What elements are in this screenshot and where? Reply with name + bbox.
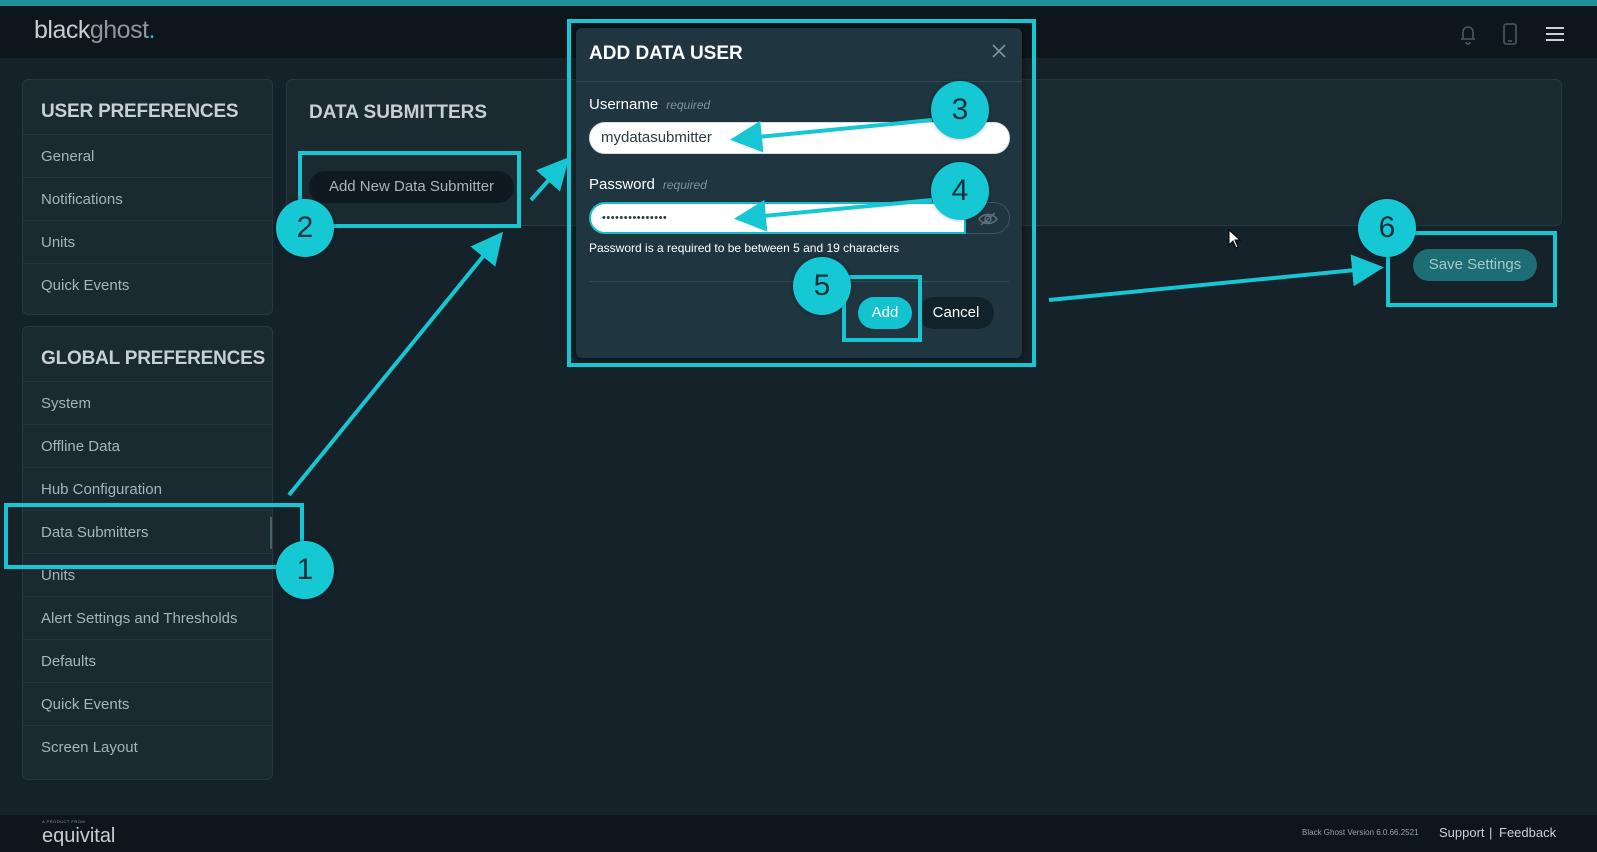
feedback-link[interactable]: Feedback [1499,825,1556,840]
step-marker-3: 3 [931,81,989,139]
logo-black-text: black [34,16,90,44]
bell-icon[interactable] [1457,22,1479,46]
footer-separator: | [1489,825,1493,840]
sidebar-item-general[interactable]: General [23,134,272,177]
sidebar-item-alert-settings[interactable]: Alert Settings and Thresholds [23,596,272,639]
arrow-1-to-2 [287,231,504,497]
blackghost-logo[interactable]: blackghost. [34,16,156,45]
global-preferences-title: GLOBAL PREFERENCES [41,348,266,369]
sidebar-item-global-quick-events[interactable]: Quick Events [23,682,272,725]
sidebar-item-quick-events[interactable]: Quick Events [23,263,272,306]
step-marker-5: 5 [793,257,851,315]
global-preferences-list: System Offline Data Hub Configuration Da… [23,381,272,768]
mouse-cursor-icon [1228,229,1242,249]
sidebar-item-units[interactable]: Units [23,220,272,263]
phone-icon[interactable] [1499,22,1521,46]
user-preferences-title: USER PREFERENCES [41,101,239,122]
sidebar-item-notifications[interactable]: Notifications [23,177,272,220]
support-link[interactable]: Support [1439,825,1485,840]
sidebar-item-defaults[interactable]: Defaults [23,639,272,682]
user-preferences-panel: USER PREFERENCES General Notifications U… [22,79,273,315]
page-title: DATA SUBMITTERS [309,102,488,123]
equivital-logo: equivital [42,825,116,847]
step-marker-2: 2 [276,199,334,257]
sidebar-item-system[interactable]: System [23,381,272,424]
step-marker-4: 4 [931,162,989,220]
footer-tagline: A PRODUCT FROM [42,819,86,824]
logo-dot: . [148,16,156,44]
user-preferences-list: General Notifications Units Quick Events [23,134,272,306]
app-footer: A PRODUCT FROM equivital Black Ghost Ver… [0,815,1597,852]
version-text: Black Ghost Version 6.0.66.2521 [1302,828,1419,837]
arrow-modal-to-6 [1048,254,1384,302]
menu-icon[interactable] [1544,22,1566,46]
sidebar-item-offline-data[interactable]: Offline Data [23,424,272,467]
logo-ghost-text: ghost [89,16,149,44]
highlight-add-button [842,275,922,342]
sidebar-item-screen-layout[interactable]: Screen Layout [23,725,272,768]
step-marker-6: 6 [1358,199,1416,257]
step-marker-1: 1 [276,541,334,599]
highlight-data-submitters [4,503,304,569]
